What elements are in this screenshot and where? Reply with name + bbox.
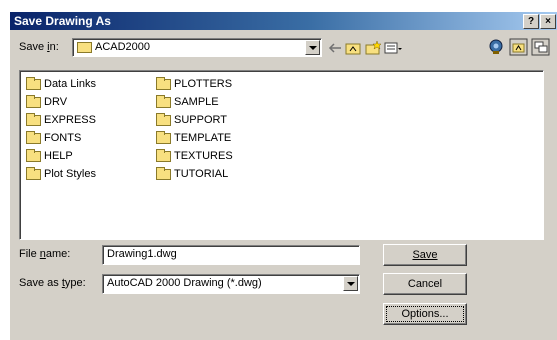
chevron-down-icon[interactable] — [343, 276, 358, 291]
preview-icon[interactable] — [531, 38, 551, 56]
save-as-type-dropdown[interactable]: AutoCAD 2000 Drawing (*.dwg) — [102, 274, 360, 294]
title-bar: Save Drawing As ? × — [10, 12, 557, 30]
folder-icon — [26, 167, 41, 180]
folder-icon — [26, 95, 41, 108]
cancel-button[interactable]: Cancel — [383, 273, 467, 295]
save-button[interactable]: Save — [383, 244, 467, 266]
folder-icon — [156, 149, 171, 162]
view-menu-icon[interactable] — [383, 39, 403, 57]
save-drawing-dialog: Save Drawing As ? × Save in: ACAD2000 Da… — [10, 12, 557, 340]
options-button[interactable]: Options... — [383, 303, 467, 325]
up-one-level-icon[interactable] — [343, 39, 363, 57]
folder-open-icon — [77, 42, 92, 53]
folder-icon — [156, 113, 171, 126]
save-in-label: Save in: — [19, 41, 59, 53]
folder-icon — [26, 77, 41, 90]
save-as-type-value: AutoCAD 2000 Drawing (*.dwg) — [107, 277, 262, 289]
folder-icon — [26, 113, 41, 126]
folder-icon — [156, 167, 171, 180]
folder-icon — [26, 131, 41, 144]
close-button[interactable]: × — [540, 14, 556, 29]
window-title: Save Drawing As — [14, 14, 111, 28]
save-in-value: ACAD2000 — [95, 41, 151, 53]
save-in-dropdown[interactable]: ACAD2000 — [72, 38, 322, 57]
folder-icon — [156, 95, 171, 108]
locate-folder-icon[interactable] — [509, 38, 529, 56]
find-file-icon[interactable] — [487, 38, 507, 56]
file-list[interactable]: Data Links DRV EXPRESS FONTS HELP Plot S… — [19, 70, 544, 240]
folder-icon — [26, 149, 41, 162]
file-name-input[interactable]: Drawing1.dwg — [102, 245, 360, 265]
folder-icon — [156, 77, 171, 90]
new-folder-icon[interactable] — [363, 39, 383, 57]
chevron-down-icon[interactable] — [305, 40, 320, 55]
help-button[interactable]: ? — [523, 14, 539, 29]
file-name-label: File name: — [19, 248, 71, 260]
folder-icon — [156, 131, 171, 144]
save-as-type-label: Save as type: — [19, 277, 86, 289]
file-name-value: Drawing1.dwg — [107, 248, 177, 260]
